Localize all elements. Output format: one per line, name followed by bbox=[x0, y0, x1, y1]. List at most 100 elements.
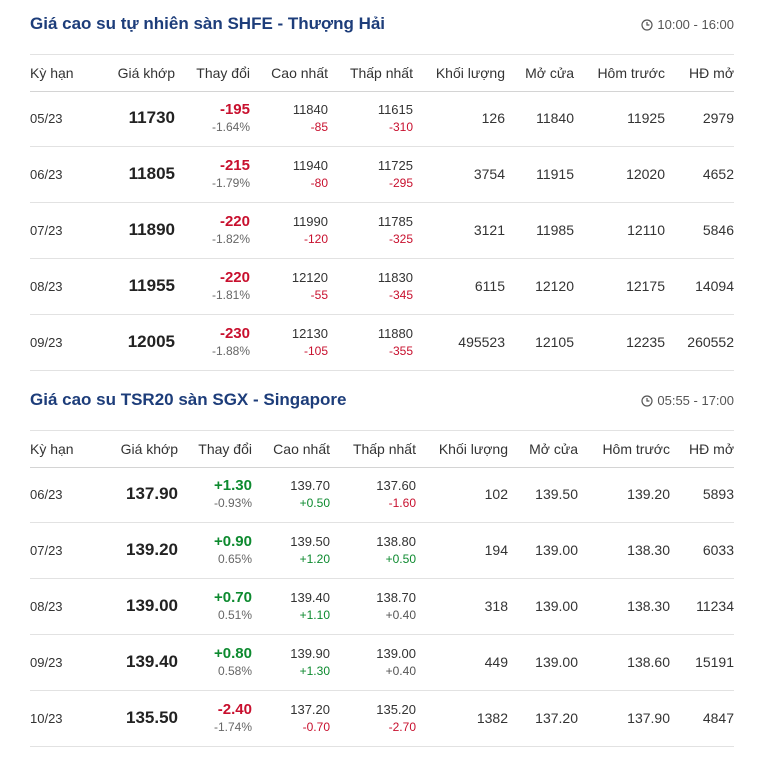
header-col-high: Cao nhất bbox=[273, 441, 330, 457]
header-col-open: Mở cửa bbox=[525, 65, 574, 81]
cell-col-open: 12105 bbox=[510, 314, 574, 370]
cell-col-open: 139.00 bbox=[514, 578, 578, 634]
volume-value: 194 bbox=[484, 542, 508, 558]
low-change: -2.70 bbox=[388, 720, 416, 734]
change-value: +0.80 bbox=[214, 645, 252, 662]
open-value: 12105 bbox=[535, 334, 574, 350]
cell-col-open-int: 2979 bbox=[670, 90, 734, 146]
table-row[interactable]: 09/23 12005 -230 -1.88% 12130 -105 11880 -355 49… bbox=[30, 314, 734, 371]
table-row[interactable]: 05/23 11730 -195 -1.64% 11840 -85 11615 -310 126… bbox=[30, 90, 734, 147]
cell-col-term: 06/23 bbox=[30, 466, 100, 522]
high-change: +1.20 bbox=[299, 552, 330, 566]
cell-col-volume: 449 bbox=[426, 634, 508, 690]
low-change: -325 bbox=[388, 232, 413, 246]
cell-col-open-int: 15191 bbox=[670, 634, 734, 690]
table-row[interactable]: 10/23 135.50 -2.40 -1.74% 137.20 -0.70 135.20 -… bbox=[30, 690, 734, 747]
match-price: 139.40 bbox=[126, 652, 178, 671]
contract-term: 09/23 bbox=[30, 334, 63, 350]
cell-col-price: 11955 bbox=[105, 258, 175, 314]
contract-term: 08/23 bbox=[30, 278, 63, 294]
table-row[interactable]: 07/23 11890 -220 -1.82% 11990 -120 11785 -325 31… bbox=[30, 202, 734, 259]
cell-col-change: -220 -1.82% bbox=[180, 202, 250, 258]
table-row[interactable]: 06/23 137.90 +1.30 -0.93% 139.70 +0.50 137.60 -… bbox=[30, 466, 734, 523]
open-value: 139.00 bbox=[535, 542, 578, 558]
cell-col-volume: 1382 bbox=[426, 690, 508, 746]
cell-col-price: 135.50 bbox=[108, 690, 178, 746]
table-row[interactable]: 07/23 139.20 +0.90 0.65% 139.50 +1.20 138.80 +0… bbox=[30, 522, 734, 579]
high-change: -55 bbox=[310, 288, 328, 302]
oi-value: 5893 bbox=[702, 486, 734, 502]
change-percent: -1.79% bbox=[211, 176, 250, 190]
cell-col-prev: 138.60 bbox=[584, 634, 670, 690]
cell-col-term: 09/23 bbox=[30, 634, 100, 690]
open-value: 139.50 bbox=[535, 486, 578, 502]
prev-value: 12235 bbox=[626, 334, 665, 350]
cell-col-term: 08/23 bbox=[30, 258, 100, 314]
cell-col-volume: 126 bbox=[423, 90, 505, 146]
cell-col-prev: 137.90 bbox=[584, 690, 670, 746]
cell-col-change: -2.40 -1.74% bbox=[182, 690, 252, 746]
prev-value: 12110 bbox=[627, 222, 665, 238]
change-value: -215 bbox=[219, 157, 250, 174]
match-price: 11730 bbox=[128, 108, 175, 127]
oi-value: 260552 bbox=[687, 334, 734, 350]
cell-col-open-int: 5846 bbox=[670, 202, 734, 258]
oi-value: 11234 bbox=[696, 598, 734, 614]
oi-value: 2979 bbox=[702, 110, 734, 126]
cell-col-open-int: 4652 bbox=[670, 146, 734, 202]
header-col-open: Mở cửa bbox=[529, 441, 578, 457]
change-value: -220 bbox=[219, 269, 250, 286]
change-value: +1.30 bbox=[214, 477, 252, 494]
cell-col-change: +0.80 0.58% bbox=[182, 634, 252, 690]
low-value: 137.60 bbox=[376, 478, 416, 493]
change-percent: -1.81% bbox=[211, 288, 250, 302]
volume-value: 1382 bbox=[476, 710, 508, 726]
low-change: -345 bbox=[388, 288, 413, 302]
cell-col-term: 10/23 bbox=[30, 690, 100, 746]
cell-col-high: 11840 -85 bbox=[260, 90, 328, 146]
table-row[interactable]: 09/23 139.40 +0.80 0.58% 139.90 +1.30 139.00 +0… bbox=[30, 634, 734, 691]
high-value: 11990 bbox=[292, 214, 328, 229]
table-row[interactable]: 08/23 139.00 +0.70 0.51% 139.40 +1.10 138.70 +0… bbox=[30, 578, 734, 635]
table-row[interactable]: 08/23 11955 -220 -1.81% 12120 -55 11830 -345 611… bbox=[30, 258, 734, 315]
cell-col-open-int: 6033 bbox=[670, 522, 734, 578]
table-header: Kỳ hạn Giá khớp Thay đổi Cao nhất Thấp nhất K… bbox=[30, 430, 734, 468]
cell-col-term: 09/23 bbox=[30, 314, 100, 370]
open-value: 12120 bbox=[535, 278, 574, 294]
cell-col-term: 08/23 bbox=[30, 578, 100, 634]
low-value: 138.80 bbox=[376, 534, 416, 549]
high-change: -80 bbox=[310, 176, 328, 190]
header-col-change: Thay đổi bbox=[198, 441, 252, 457]
contract-term: 06/23 bbox=[30, 166, 63, 182]
oi-value: 6033 bbox=[702, 542, 734, 558]
low-change: +0.40 bbox=[385, 608, 416, 622]
cell-col-low: 139.00 +0.40 bbox=[341, 634, 416, 690]
cell-col-low: 11785 -325 bbox=[338, 202, 413, 258]
oi-value: 5846 bbox=[702, 222, 734, 238]
oi-value: 14094 bbox=[695, 278, 734, 294]
match-price: 137.90 bbox=[126, 484, 178, 503]
cell-col-open: 139.50 bbox=[514, 466, 578, 522]
table-row[interactable]: 06/23 11805 -215 -1.79% 11940 -80 11725 -295 375… bbox=[30, 146, 734, 203]
volume-value: 102 bbox=[484, 486, 508, 502]
low-value: 11830 bbox=[377, 270, 413, 285]
cell-col-high: 12130 -105 bbox=[260, 314, 328, 370]
header-col-change: Thay đổi bbox=[196, 65, 250, 81]
prev-value: 139.20 bbox=[627, 486, 670, 502]
high-change: -85 bbox=[310, 120, 328, 134]
change-percent: -1.88% bbox=[211, 344, 250, 358]
cell-col-volume: 318 bbox=[426, 578, 508, 634]
low-value: 138.70 bbox=[376, 590, 416, 605]
cell-col-price: 139.20 bbox=[108, 522, 178, 578]
cell-col-high: 11990 -120 bbox=[260, 202, 328, 258]
change-percent: -0.93% bbox=[213, 496, 252, 510]
cell-col-prev: 138.30 bbox=[584, 578, 670, 634]
cell-col-prev: 12110 bbox=[579, 202, 665, 258]
high-value: 137.20 bbox=[290, 702, 330, 717]
trading-hours: 05:55 - 17:00 bbox=[641, 393, 734, 408]
high-change: +1.10 bbox=[299, 608, 330, 622]
cell-col-open: 11840 bbox=[510, 90, 574, 146]
match-price: 135.50 bbox=[126, 708, 178, 727]
cell-col-change: +1.30 -0.93% bbox=[182, 466, 252, 522]
section-1: Giá cao su tự nhiên sàn SHFE - Thượng Hả… bbox=[30, 8, 734, 378]
